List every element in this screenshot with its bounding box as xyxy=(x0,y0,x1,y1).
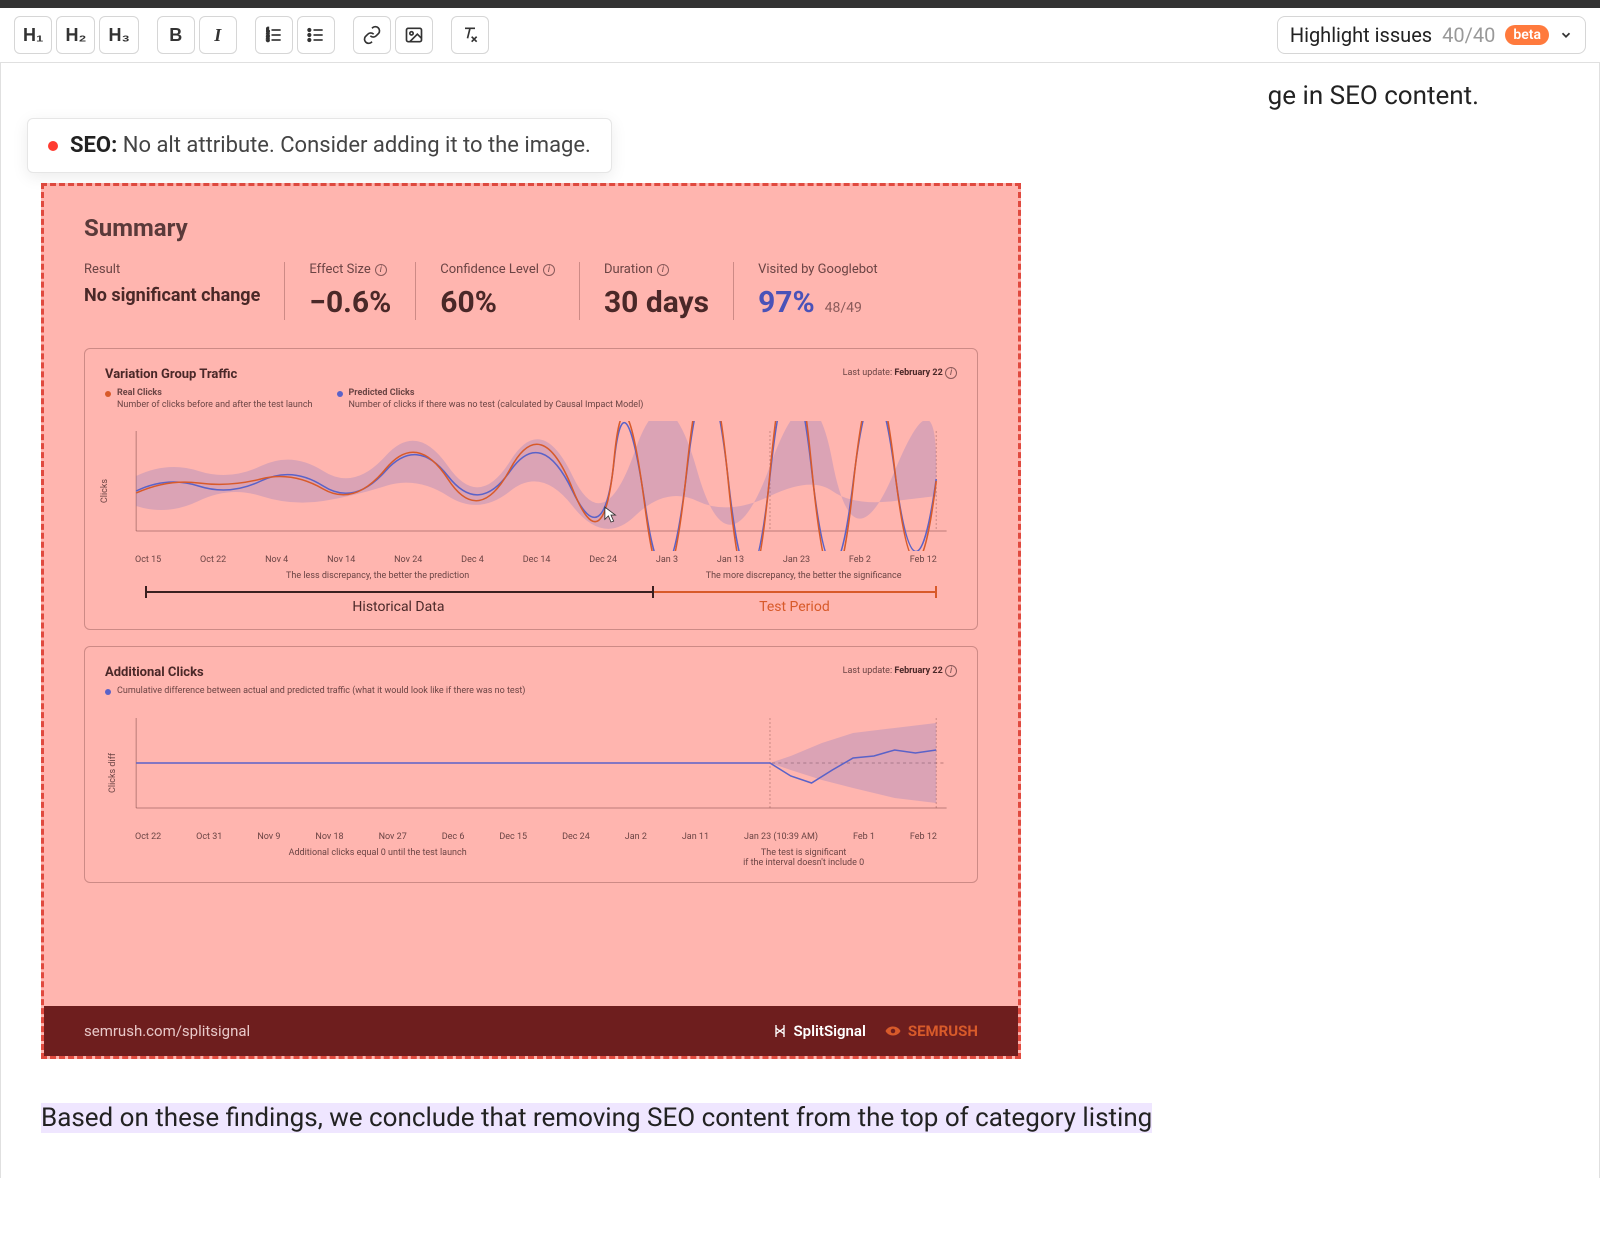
chart1-ylabel: Clicks xyxy=(100,479,110,503)
chart1-plot: Clicks xyxy=(105,421,957,551)
info-icon[interactable]: i xyxy=(543,264,555,276)
editor-canvas[interactable]: ge in SEO content. SEO: No alt attribute… xyxy=(0,63,1600,1178)
heading3-button[interactable]: H₃ xyxy=(99,16,138,54)
info-icon[interactable]: i xyxy=(657,264,669,276)
legend-dot-icon xyxy=(105,391,111,397)
chart2-legend-desc: Cumulative difference between actual and… xyxy=(117,686,525,698)
summary-stats-row: Result No significant change Effect Size… xyxy=(84,262,978,320)
severity-dot-icon xyxy=(48,141,58,151)
heading1-button[interactable]: H₁ xyxy=(14,16,52,54)
chart2-note-right1: The test is significant xyxy=(650,848,957,858)
chart1-xticks: Oct 15Oct 22Nov 4Nov 14Nov 24Dec 4Dec 14… xyxy=(105,551,957,565)
window-titlebar xyxy=(0,0,1600,8)
chart1-note-right: The more discrepancy, the better the sig… xyxy=(650,571,957,581)
paragraph-fragment-top: ge in SEO content. xyxy=(1268,81,1479,111)
effect-size-value: −0.6% xyxy=(309,285,391,320)
period-bar xyxy=(145,591,937,593)
confidence-value: 60% xyxy=(440,285,555,320)
visited-sub: 48/49 xyxy=(825,300,862,316)
highlight-issues-label: Highlight issues xyxy=(1290,23,1432,47)
issue-category: SEO: xyxy=(70,133,117,158)
additional-clicks-chart-card: Additional Clicks Cumulative difference … xyxy=(84,646,978,883)
svg-text:3: 3 xyxy=(266,38,269,44)
unordered-list-button[interactable] xyxy=(297,16,335,54)
formatting-toolbar: H₁ H₂ H₃ B I 123 Highlight issues 40/40 … xyxy=(0,8,1600,63)
duration-value: 30 days xyxy=(604,285,709,320)
footer-url: semrush.com/splitsignal xyxy=(84,1022,772,1040)
semrush-logo: SEMRUSH xyxy=(884,1022,978,1040)
chart1-title: Variation Group Traffic xyxy=(105,367,957,382)
highlight-issues-count: 40/40 xyxy=(1442,23,1495,47)
highlight-issues-dropdown[interactable]: Highlight issues 40/40 beta xyxy=(1277,16,1586,54)
splitsignal-logo: SplitSignal xyxy=(772,1022,866,1040)
visited-value: 97% xyxy=(758,285,815,320)
info-icon[interactable]: i xyxy=(375,264,387,276)
visited-label: Visited by Googlebot xyxy=(758,262,878,277)
clear-formatting-button[interactable] xyxy=(451,16,489,54)
flagged-image[interactable]: Summary Result No significant change Eff… xyxy=(41,183,1021,1059)
chevron-down-icon xyxy=(1559,28,1573,42)
legend2-desc: Number of clicks if there was no test (c… xyxy=(349,400,644,410)
chart2-title: Additional Clicks xyxy=(105,665,957,680)
italic-button[interactable]: I xyxy=(199,16,237,54)
body-paragraph: Based on these findings, we conclude tha… xyxy=(41,1099,1559,1138)
result-label: Result xyxy=(84,262,260,277)
confidence-label: Confidence Level xyxy=(440,262,539,277)
legend2-name: Predicted Clicks xyxy=(349,388,415,398)
chart2-ylabel: Clicks diff xyxy=(108,753,118,793)
legend-dot-icon xyxy=(337,391,343,397)
ordered-list-button[interactable]: 123 xyxy=(255,16,293,54)
image-footer-bar: semrush.com/splitsignal SplitSignal SEMR… xyxy=(44,1006,1018,1056)
chart2-note: Additional clicks equal 0 until the test… xyxy=(105,848,650,868)
last-update-value: February 22 xyxy=(894,368,942,378)
duration-label: Duration xyxy=(604,262,653,277)
seo-issue-tooltip: SEO: No alt attribute. Consider adding i… xyxy=(27,118,612,173)
issue-message: No alt attribute. Consider adding it to … xyxy=(123,133,591,158)
image-button[interactable] xyxy=(395,16,433,54)
effect-size-label: Effect Size xyxy=(309,262,370,277)
last-update-label: Last update: xyxy=(843,368,892,378)
result-value: No significant change xyxy=(84,285,260,306)
heading2-button[interactable]: H₂ xyxy=(56,16,95,54)
test-period-label: Test Period xyxy=(652,599,937,615)
beta-badge: beta xyxy=(1505,25,1549,45)
chart2-note-right2: if the interval doesn't include 0 xyxy=(650,858,957,868)
info-icon[interactable]: i xyxy=(945,367,957,379)
chart2-xticks: Oct 22Oct 31Nov 9Nov 18Nov 27Dec 6Dec 15… xyxy=(105,828,957,842)
last-update-value: February 22 xyxy=(894,666,942,676)
legend-dot-icon xyxy=(105,689,111,695)
chart1-note-left: The less discrepancy, the better the pre… xyxy=(105,571,650,581)
legend1-desc: Number of clicks before and after the te… xyxy=(117,400,313,410)
summary-title: Summary xyxy=(84,214,978,242)
cursor-icon xyxy=(604,506,618,524)
last-update-label: Last update: xyxy=(843,666,892,676)
historical-data-label: Historical Data xyxy=(145,599,652,615)
info-icon[interactable]: i xyxy=(945,665,957,677)
legend1-name: Real Clicks xyxy=(117,388,162,398)
chart2-plot: Clicks diff xyxy=(105,708,957,828)
variation-traffic-chart-card: Variation Group Traffic Real Clicks Numbe… xyxy=(84,348,978,630)
link-button[interactable] xyxy=(353,16,391,54)
bold-button[interactable]: B xyxy=(157,16,195,54)
